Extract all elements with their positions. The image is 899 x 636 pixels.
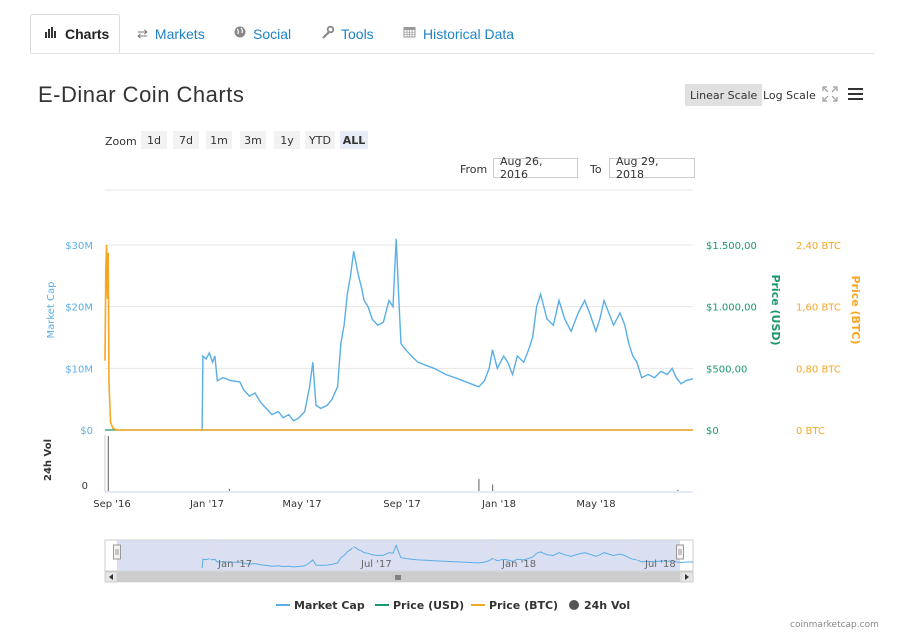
credit-text: coinmarketcap.com bbox=[790, 620, 879, 630]
axis-tick-labels: $0 $10M $20M $30M $0 $500,00 $1.000,00 $1.500,0… bbox=[43, 241, 862, 510]
tab-label: Charts bbox=[65, 25, 110, 42]
range-navigator[interactable]: Jan '17 Jul '17 Jan '18 Jul '18 bbox=[104, 539, 694, 583]
legend-item-label: Price (USD) bbox=[393, 599, 464, 612]
y-tick-label-market-cap: $30M bbox=[65, 241, 93, 252]
tab-tools[interactable]: Tools bbox=[321, 14, 374, 53]
navigator-series-line bbox=[201, 543, 694, 569]
range-to-label: To bbox=[590, 163, 602, 176]
y-tick-label-price-btc: 0 BTC bbox=[796, 426, 825, 437]
scroll-left-arrow-icon bbox=[109, 574, 113, 580]
x-tick-label: Sep '16 bbox=[93, 499, 131, 510]
y-tick-label-volume: 0 bbox=[82, 481, 88, 492]
y-tick-label-market-cap: $10M bbox=[65, 364, 93, 375]
y-tick-label-price-usd: $1.000,00 bbox=[706, 303, 757, 314]
navigator-frame bbox=[104, 539, 694, 572]
scrollbar-right-button bbox=[680, 571, 694, 583]
tab-label: Social bbox=[253, 25, 292, 42]
page-title: E-Dinar Coin Charts bbox=[38, 82, 245, 107]
y-tick-label-market-cap: $0 bbox=[80, 426, 93, 437]
scroll-right-arrow-icon bbox=[685, 574, 689, 580]
tab-historical-data[interactable]: Historical Data bbox=[403, 14, 514, 53]
tab-label: Tools bbox=[341, 25, 374, 42]
tab-charts[interactable]: Charts bbox=[30, 14, 120, 53]
market-cap-line bbox=[201, 238, 694, 431]
zoom-all-button[interactable]: ALL bbox=[340, 131, 368, 149]
tab-bar: Charts ⇄ Markets Social Tools Historical… bbox=[30, 14, 875, 54]
series-lines bbox=[104, 238, 694, 491]
wrench-icon bbox=[321, 25, 335, 42]
y-axis-title-market-cap: Market Cap bbox=[46, 281, 57, 338]
x-tick-label: Sep '17 bbox=[383, 499, 421, 510]
navigator-tick-label: Jan '17 bbox=[217, 559, 252, 570]
range-from-label: From bbox=[460, 163, 488, 176]
scrollbar-track bbox=[104, 571, 694, 583]
range-to-input[interactable]: Aug 29, 2018 bbox=[609, 155, 695, 181]
legend-swatch bbox=[569, 600, 579, 610]
y-tick-label-price-btc: 2,40 BTC bbox=[796, 241, 841, 252]
tab-label: Markets bbox=[154, 25, 205, 42]
volume-bar bbox=[478, 478, 480, 491]
globe-icon bbox=[234, 26, 246, 41]
volume-bar bbox=[677, 489, 679, 491]
volume-bar bbox=[492, 484, 494, 491]
x-tick-label: Jan '18 bbox=[481, 499, 516, 510]
y-tick-label-price-usd: $500,00 bbox=[706, 364, 747, 375]
scrollbar-thumb bbox=[117, 572, 680, 582]
exchange-arrows-icon: ⇄ bbox=[137, 25, 148, 41]
y-tick-label-price-btc: 1,60 BTC bbox=[796, 303, 841, 314]
fullscreen-icon[interactable] bbox=[822, 86, 838, 102]
navigator-selected-range bbox=[117, 540, 680, 571]
grid-lines bbox=[104, 189, 693, 493]
y-tick-label-price-usd: $0 bbox=[706, 426, 719, 437]
y-axis-title-price-btc: Price (BTC) bbox=[849, 275, 862, 344]
x-tick-label: May '18 bbox=[576, 499, 615, 510]
chart-legend[interactable]: Market Cap Price (USD) Price (BTC) 24h Vol bbox=[276, 599, 630, 612]
navigator-tick-label: Jul '18 bbox=[644, 559, 676, 570]
navigator-handle bbox=[676, 544, 684, 560]
calendar-icon bbox=[403, 26, 416, 41]
x-tick-label: May '17 bbox=[282, 499, 321, 510]
navigator-handle bbox=[113, 544, 121, 560]
legend-item-label: Price (BTC) bbox=[489, 599, 558, 612]
log-scale-button[interactable]: Log Scale bbox=[763, 84, 816, 106]
zoom-ytd-button[interactable]: YTD bbox=[305, 131, 335, 149]
linear-scale-button[interactable]: Linear Scale bbox=[685, 84, 763, 106]
volume-bar bbox=[228, 488, 230, 491]
navigator-tick-label: Jan '18 bbox=[501, 559, 536, 570]
zoom-1m-button[interactable]: 1m bbox=[206, 131, 232, 149]
y-tick-label-price-usd: $1.500,00 bbox=[706, 241, 757, 252]
volume-bar bbox=[107, 436, 109, 491]
zoom-label: Zoom bbox=[105, 135, 137, 148]
y-tick-label-market-cap: $20M bbox=[65, 303, 93, 314]
zoom-1y-button[interactable]: 1y bbox=[274, 131, 300, 149]
range-from-input[interactable]: Aug 26, 2016 bbox=[493, 155, 578, 181]
legend-item-label: Market Cap bbox=[294, 599, 365, 612]
bar-chart-icon bbox=[45, 26, 58, 41]
tab-label: Historical Data bbox=[423, 25, 515, 42]
zoom-1d-button[interactable]: 1d bbox=[141, 131, 167, 149]
hamburger-menu-icon[interactable] bbox=[848, 88, 863, 101]
y-axis-title-price-usd: Price (USD) bbox=[769, 274, 782, 345]
x-tick-label: Jan '17 bbox=[189, 499, 224, 510]
navigator-tick-label: Jul '17 bbox=[360, 559, 392, 570]
tab-markets[interactable]: ⇄ Markets bbox=[137, 14, 205, 53]
legend-item-label: 24h Vol bbox=[584, 599, 630, 612]
y-axis-title-volume: 24h Vol bbox=[43, 439, 54, 481]
y-tick-label-price-btc: 0,80 BTC bbox=[796, 364, 841, 375]
zoom-7d-button[interactable]: 7d bbox=[173, 131, 199, 149]
zoom-3m-button[interactable]: 3m bbox=[240, 131, 266, 149]
tab-social[interactable]: Social bbox=[234, 14, 291, 53]
price-btc-line bbox=[104, 244, 693, 431]
scrollbar-left-button bbox=[104, 571, 118, 583]
